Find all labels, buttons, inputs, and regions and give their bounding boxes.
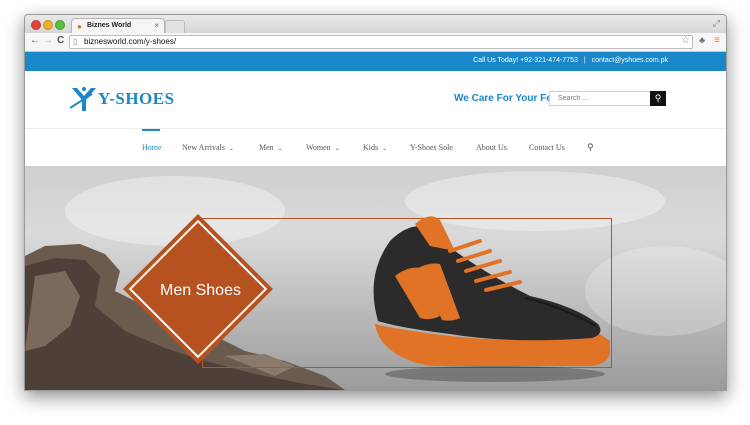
phone-text: Call Us Today! +92-321-474-7753 bbox=[473, 57, 578, 64]
extension-icon[interactable]: ♣ bbox=[699, 35, 705, 45]
bookmark-star-icon[interactable]: ☆ bbox=[681, 35, 690, 46]
tab-strip: ● Biznes World × ⤢ bbox=[25, 15, 726, 34]
search-icon: ⚲ bbox=[654, 93, 662, 103]
separator: | bbox=[583, 57, 586, 64]
search-input[interactable] bbox=[549, 91, 655, 106]
active-indicator bbox=[142, 129, 160, 131]
tab-title: Biznes World bbox=[87, 22, 132, 29]
back-icon[interactable]: ← bbox=[30, 35, 40, 46]
hero-banner[interactable]: Men Shoes bbox=[25, 166, 726, 390]
page-icon: ▯ bbox=[73, 37, 78, 46]
nav-item-women[interactable]: Women ⌄ bbox=[306, 143, 340, 152]
tab-close-icon[interactable]: × bbox=[154, 21, 159, 30]
browser-menu-icon[interactable]: ≡ bbox=[714, 35, 720, 46]
hero-title[interactable]: Men Shoes bbox=[143, 282, 258, 300]
nav-item-new-arrivals[interactable]: New Arrivals ⌄ bbox=[182, 143, 234, 152]
close-window-button[interactable] bbox=[31, 20, 41, 30]
email-link[interactable]: contact@yshoes.com.pk bbox=[592, 57, 668, 64]
address-bar[interactable]: ▯ biznesworld.com/y-shoes/ bbox=[69, 35, 693, 49]
logo-icon[interactable] bbox=[70, 86, 98, 112]
chevron-down-icon: ⌄ bbox=[277, 146, 283, 152]
pin-icon: ● bbox=[77, 22, 82, 31]
browser-window: ● Biznes World × ⤢ ← → C ▯ biznesworld.c… bbox=[24, 14, 727, 391]
nav-item-yshoes-sole[interactable]: Y-Shoes Sole bbox=[410, 143, 453, 152]
contact-topbar: Call Us Today! +92-321-474-7753 | contac… bbox=[25, 52, 726, 71]
url-text[interactable]: biznesworld.com/y-shoes/ bbox=[84, 37, 176, 46]
browser-tab[interactable]: ● Biznes World × bbox=[71, 18, 165, 34]
search-button[interactable]: ⚲ bbox=[650, 91, 666, 106]
contact-info: Call Us Today! +92-321-474-7753 | contac… bbox=[473, 57, 668, 64]
forward-icon[interactable]: → bbox=[43, 35, 53, 46]
nav-item-about-us[interactable]: About Us bbox=[476, 143, 507, 152]
minimize-window-button[interactable] bbox=[43, 20, 53, 30]
site-header: Y-SHOES We Care For Your Feet ⚲ bbox=[25, 71, 726, 128]
chevron-down-icon: ⌄ bbox=[334, 146, 340, 152]
fullscreen-icon[interactable]: ⤢ bbox=[713, 18, 720, 29]
main-nav: Home New Arrivals ⌄ Men ⌄ Women ⌄ Kids ⌄ Y-S… bbox=[25, 128, 726, 167]
shoe-image[interactable] bbox=[360, 206, 610, 386]
nav-item-contact-us[interactable]: Contact Us bbox=[529, 143, 565, 152]
website: Call Us Today! +92-321-474-7753 | contac… bbox=[25, 52, 726, 390]
nav-item-kids[interactable]: Kids ⌄ bbox=[363, 143, 387, 152]
maximize-window-button[interactable] bbox=[55, 20, 65, 30]
reload-icon[interactable]: C bbox=[57, 35, 64, 46]
logo-text[interactable]: Y-SHOES bbox=[98, 89, 175, 109]
nav-item-men[interactable]: Men ⌄ bbox=[259, 143, 283, 152]
nav-item-home[interactable]: Home bbox=[142, 143, 162, 152]
browser-toolbar: ← → C ▯ biznesworld.com/y-shoes/ ☆ ♣ ≡ bbox=[25, 33, 726, 52]
chevron-down-icon: ⌄ bbox=[228, 146, 234, 152]
new-tab-button[interactable] bbox=[165, 20, 185, 33]
chevron-down-icon: ⌄ bbox=[382, 146, 388, 152]
nav-search-icon[interactable]: ⚲ bbox=[587, 142, 594, 153]
tagline: We Care For Your Feet bbox=[454, 93, 561, 104]
